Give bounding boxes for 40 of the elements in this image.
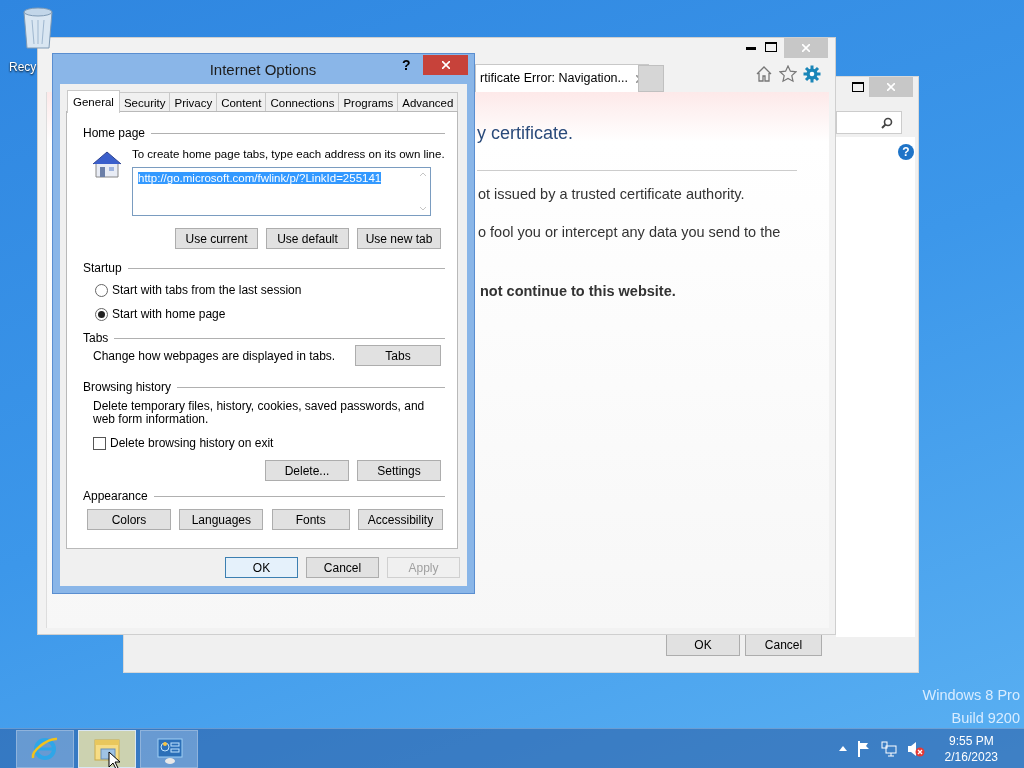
dialog-button[interactable]: Accessibility xyxy=(358,509,443,531)
edition-text: Windows 8 Pro xyxy=(922,686,1020,705)
group-heading: Appearance xyxy=(83,488,148,506)
dialog-button[interactable]: Tabs xyxy=(355,345,441,367)
page-heading: y certificate. xyxy=(477,122,574,145)
warning-text: not continue to this website. xyxy=(480,282,676,301)
dialog-button[interactable]: Colors xyxy=(87,509,171,531)
page-paragraph: o fool you or intercept any data you send to the xyxy=(478,223,781,242)
dialog-tab[interactable]: Advanced xyxy=(397,92,459,114)
dialog-button[interactable]: Use current xyxy=(175,228,258,250)
help-button[interactable]: ? xyxy=(402,55,416,73)
dialog-button[interactable]: Use new tab xyxy=(357,228,441,250)
dialog-button[interactable]: Languages xyxy=(179,509,264,531)
dialog-tab[interactable]: General xyxy=(67,90,120,114)
dialog-button[interactable]: Delete... xyxy=(265,460,349,482)
browser-tab[interactable]: rtificate Error: Navigation... xyxy=(475,64,649,92)
description-text: Change how webpages are displayed in tabs. xyxy=(93,347,336,365)
dialog-button[interactable]: Settings xyxy=(357,460,441,482)
dialog-button[interactable]: Use default xyxy=(266,228,349,250)
dialog-button[interactable]: Cancel xyxy=(306,557,379,578)
dialog-button[interactable]: OK xyxy=(225,557,298,578)
dialog-button[interactable]: Cancel xyxy=(745,634,822,656)
group-heading: Tabs xyxy=(83,330,109,348)
checkbox-label[interactable]: Delete browsing history on exit xyxy=(110,434,274,453)
tab-label: rtificate Error: Navigation... xyxy=(480,70,628,88)
option-label[interactable]: Start with tabs from the last session xyxy=(112,281,302,300)
group-heading: Home page xyxy=(83,125,146,142)
clock-date[interactable]: 2/16/2023 xyxy=(944,748,998,765)
edition-text: Build 9200 xyxy=(951,709,1020,728)
option-label[interactable]: Start with home page xyxy=(112,305,226,324)
instruction-text: To create home page tabs, type each address on its own line. xyxy=(132,147,445,162)
dialog-title: Internet Options xyxy=(208,60,318,80)
dialog-button[interactable]: Fonts xyxy=(271,509,350,531)
description-text: Delete temporary files, history, cookies, saved passwords, and web form information. xyxy=(93,400,426,427)
icon-label[interactable]: Recy xyxy=(9,58,37,76)
group-heading: Browsing history xyxy=(83,379,172,397)
clock-time[interactable]: 9:55 PM xyxy=(948,732,994,749)
group-heading: Startup xyxy=(83,260,122,278)
page-paragraph: ot issued by a trusted certificate authority. xyxy=(478,185,745,204)
dialog-button[interactable]: OK xyxy=(666,634,740,656)
